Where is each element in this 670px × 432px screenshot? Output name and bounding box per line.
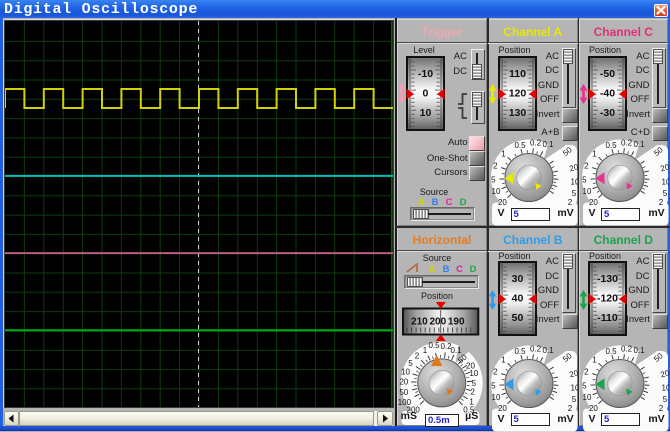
svg-text:210: 210	[411, 317, 428, 328]
svg-text:5: 5	[491, 381, 496, 390]
svg-text:20: 20	[568, 162, 578, 173]
svg-text:0.5: 0.5	[514, 347, 526, 356]
svg-text:0.1: 0.1	[633, 346, 645, 355]
svg-text:V: V	[588, 207, 595, 219]
svg-text:20: 20	[588, 198, 597, 207]
svg-text:1: 1	[423, 346, 428, 355]
svg-text:mV: mV	[557, 413, 573, 425]
svg-text:10: 10	[661, 383, 668, 392]
svg-text:10: 10	[582, 393, 591, 402]
svg-text:200: 200	[429, 317, 446, 328]
svg-text:2: 2	[493, 367, 498, 376]
svg-text:10: 10	[492, 187, 501, 196]
svg-text:0.5: 0.5	[605, 141, 617, 150]
svg-text:2: 2	[493, 161, 498, 170]
svg-text:0: 0	[422, 89, 428, 100]
svg-text:2: 2	[584, 367, 589, 376]
svg-text:V: V	[497, 413, 504, 425]
svg-text:2: 2	[568, 198, 573, 207]
svg-text:5: 5	[572, 394, 577, 403]
svg-text:10: 10	[571, 383, 578, 392]
svg-text:5: 5	[572, 189, 577, 198]
svg-text:V: V	[497, 207, 504, 219]
svg-text:10: 10	[582, 187, 591, 196]
svg-text:10: 10	[401, 368, 410, 377]
svg-text:V: V	[588, 413, 595, 425]
svg-text:10: 10	[661, 177, 668, 186]
svg-text:0.2: 0.2	[620, 344, 632, 353]
svg-text:1: 1	[592, 355, 597, 364]
svg-text:0.2: 0.2	[530, 139, 542, 148]
svg-text:2: 2	[415, 352, 420, 361]
svg-text:1: 1	[501, 355, 506, 364]
svg-text:10: 10	[571, 177, 578, 186]
svg-text:5: 5	[582, 176, 587, 185]
svg-text:2: 2	[658, 403, 663, 412]
svg-text:mV: mV	[648, 413, 664, 425]
svg-text:mV: mV	[557, 207, 573, 219]
svg-text:50: 50	[399, 388, 408, 397]
svg-text:mV: mV	[648, 207, 664, 219]
svg-text:µS: µS	[465, 410, 478, 422]
svg-text:0.1: 0.1	[542, 140, 554, 149]
svg-text:1: 1	[592, 149, 597, 158]
svg-text:20: 20	[588, 404, 597, 413]
svg-text:5: 5	[491, 176, 496, 185]
svg-text:10: 10	[419, 108, 431, 119]
svg-text:2: 2	[470, 388, 475, 397]
svg-text:20: 20	[659, 162, 669, 173]
svg-text:20: 20	[568, 368, 578, 379]
svg-text:10: 10	[469, 369, 478, 378]
svg-text:5: 5	[582, 381, 587, 390]
svg-text:190: 190	[448, 317, 465, 328]
svg-text:2: 2	[658, 198, 663, 207]
svg-text:2: 2	[584, 161, 589, 170]
svg-text:0.1: 0.1	[542, 346, 554, 355]
svg-text:0.5: 0.5	[428, 341, 440, 350]
svg-text:10: 10	[492, 393, 501, 402]
svg-text:mS: mS	[401, 410, 417, 422]
svg-text:1: 1	[501, 149, 506, 158]
svg-text:5: 5	[662, 189, 667, 198]
svg-text:0.1: 0.1	[633, 140, 645, 149]
svg-text:20: 20	[498, 404, 507, 413]
svg-text:0.2: 0.2	[530, 344, 542, 353]
svg-text:0.5: 0.5	[605, 347, 617, 356]
svg-text:0.5: 0.5	[514, 141, 526, 150]
svg-text:0.2: 0.2	[620, 139, 632, 148]
svg-text:5: 5	[408, 359, 413, 368]
svg-text:20: 20	[659, 368, 669, 379]
svg-text:2: 2	[568, 403, 573, 412]
svg-text:20: 20	[498, 198, 507, 207]
svg-text:20: 20	[399, 378, 408, 387]
svg-text:5: 5	[662, 394, 667, 403]
